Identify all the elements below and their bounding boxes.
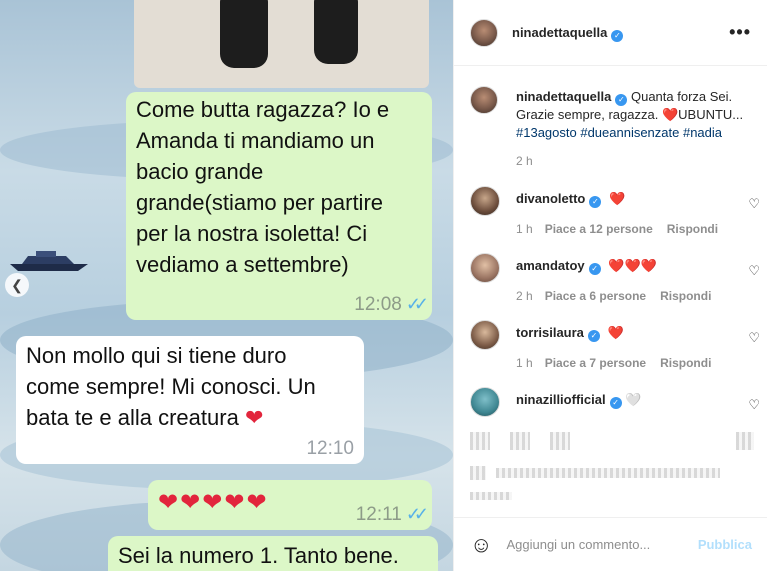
verified-badge-icon: ✓ (589, 196, 602, 208)
reply-button[interactable]: Rispondi (660, 356, 711, 370)
post-actions-pixelated (470, 430, 760, 516)
chat-bubble-outgoing: Come butta ragazza? Io e Amanda ti mandi… (126, 92, 432, 320)
comment-text: ❤️❤️❤️ (608, 258, 657, 273)
comment-item: amandatoy ✓ ❤️❤️❤️ 2 h Piace a 6 persone Ri… (454, 253, 767, 320)
carousel-prev-button[interactable]: ❮ (5, 273, 29, 297)
comment-likes-link[interactable]: Piace a 12 persone (545, 222, 653, 236)
avatar[interactable] (470, 387, 500, 417)
avatar[interactable] (470, 320, 500, 350)
reply-button[interactable]: Rispondi (667, 222, 718, 236)
post-photo[interactable]: ❮ Come butta ragazza? Io e Amanda ti man… (0, 0, 453, 571)
chat-bubble-outgoing: ❤❤❤❤❤ 12:11 ✓✓ (148, 480, 432, 530)
read-ticks-icon: ✓✓ (405, 294, 429, 314)
comment-input[interactable] (506, 537, 697, 552)
like-heart-icon[interactable]: ♡ (748, 196, 760, 212)
emoji-icon[interactable]: ☺ (470, 532, 492, 558)
caption-hashtags[interactable]: #13agosto #dueannisenzate #nadia (516, 125, 722, 140)
comment-likes-link[interactable]: Piace a 7 persone (545, 356, 646, 370)
post-comment-button[interactable]: Pubblica (698, 537, 752, 552)
reply-button[interactable]: Rispondi (660, 289, 711, 303)
comment-text: ❤️ (608, 191, 626, 206)
comment-author[interactable]: divanoletto (516, 191, 585, 206)
caption-author[interactable]: ninadettaquella (516, 89, 611, 104)
chat-line: vediamo a settembre) (136, 252, 349, 277)
comment-time: 1 h (516, 222, 533, 236)
chat-line: Non mollo qui si tiene duro (26, 343, 287, 368)
post-header: ninadettaquella ✓ ••• (454, 0, 767, 66)
avatar[interactable] (470, 18, 498, 47)
heart-icon: ❤ (244, 405, 264, 430)
post-caption: ninadettaquella ✓ Quanta forza Sei. Grazi… (454, 66, 767, 170)
comment-author[interactable]: torrisilaura (516, 325, 584, 340)
chat-line: bata te e alla creatura (26, 405, 239, 430)
message-time: 12:10 (306, 438, 354, 459)
boat-illustration (10, 251, 88, 271)
more-options-icon[interactable]: ••• (729, 22, 751, 43)
caption-timestamp: 2 h (516, 154, 533, 168)
like-heart-icon[interactable]: ♡ (748, 397, 760, 413)
message-time: 12:11 ✓✓ (355, 504, 429, 525)
comment-text: ❤️ (607, 325, 624, 340)
chat-bubble-incoming: Non mollo qui si tiene duro come sempre!… (16, 336, 364, 464)
comment-item: divanoletto ✓ ❤️ 1 h Piace a 12 persone Ris… (454, 186, 767, 253)
chat-line: bacio grande (136, 159, 264, 184)
verified-badge-icon: ✓ (615, 94, 628, 106)
shoes-photo (134, 0, 429, 88)
avatar[interactable] (470, 253, 500, 283)
verified-badge-icon: ✓ (609, 397, 622, 409)
post-author[interactable]: ninadettaquella (512, 25, 607, 40)
chat-line: Come butta ragazza? Io e (136, 97, 390, 122)
comment-likes-link[interactable]: Piace a 6 persone (545, 289, 646, 303)
chat-line: per la nostra isoletta! Ci (136, 221, 368, 246)
verified-badge-icon: ✓ (587, 330, 600, 342)
comment-author[interactable]: amandatoy (516, 258, 585, 273)
like-heart-icon[interactable]: ♡ (748, 263, 760, 279)
avatar[interactable] (470, 186, 500, 216)
verified-badge-icon: ✓ (588, 263, 601, 275)
chat-line: Amanda ti mandiamo un (136, 128, 375, 153)
message-time: 12:08 ✓✓ (354, 294, 429, 315)
comment-time: 2 h (516, 289, 533, 303)
comment-composer: ☺ Pubblica (454, 517, 767, 571)
read-ticks-icon: ✓✓ (405, 504, 429, 524)
comments-list: divanoletto ✓ ❤️ 1 h Piace a 12 persone Ris… (454, 186, 767, 454)
chat-line: come sempre! Mi conosci. Un (26, 374, 316, 399)
comment-time: 1 h (516, 356, 533, 370)
comment-text: 🤍 (625, 392, 642, 407)
post-details-panel: ninadettaquella ✓ ••• ninadettaquella ✓ Qu… (453, 0, 767, 571)
avatar[interactable] (470, 86, 498, 114)
verified-badge-icon: ✓ (611, 29, 624, 42)
chat-line: Sei la numero 1. Tanto bene. (118, 543, 399, 568)
comment-author[interactable]: ninazilliofficial (516, 392, 606, 407)
chat-line: grande(stiamo per partire (136, 190, 384, 215)
comment-item: torrisilaura ✓ ❤️ 1 h Piace a 7 persone Ris… (454, 320, 767, 387)
like-heart-icon[interactable]: ♡ (748, 330, 760, 346)
chat-bubble-outgoing: Sei la numero 1. Tanto bene. (108, 536, 438, 571)
